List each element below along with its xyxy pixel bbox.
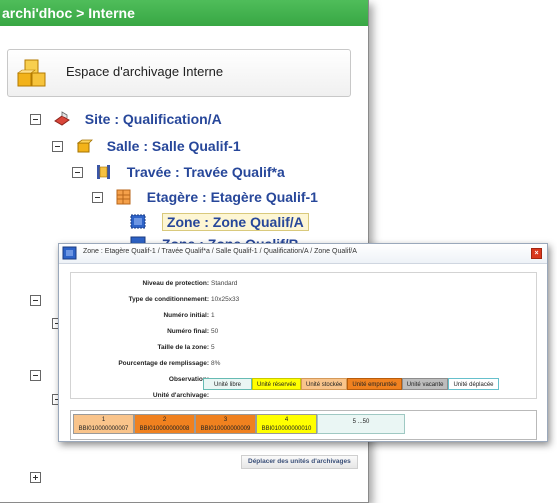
unit-status-legend: Unité libre Unité réservée Unité stockée Un… xyxy=(203,378,499,390)
collapse-toggle[interactable] xyxy=(30,295,41,306)
unit-number: 2 xyxy=(162,417,167,423)
archive-unit-range[interactable]: 5 ...50 xyxy=(317,414,405,434)
collapse-toggle[interactable] xyxy=(92,191,103,203)
tree-node-travee[interactable]: Travée : Travée Qualif*a xyxy=(72,162,285,182)
collapse-toggle[interactable] xyxy=(30,370,41,381)
archive-unit[interactable]: 2 BBI010000000008 xyxy=(134,414,195,434)
unit-number: 5 ...50 xyxy=(352,419,370,425)
dialog-titlebar: Zone : Etagère Qualif-1 / Travée Qualif*… xyxy=(59,244,547,264)
detail-value: Standard xyxy=(211,280,238,287)
detail-key: Type de conditionnement: xyxy=(128,296,209,303)
tree-label-site: Site : Qualification/A xyxy=(84,111,222,127)
tree-label-zone-selected: Zone : Zone Qualif/A xyxy=(161,213,309,231)
unit-number: 3 xyxy=(223,417,228,423)
legend-borrowed: Unité empruntée xyxy=(347,378,402,390)
collapse-toggle[interactable] xyxy=(52,140,63,152)
tree-node-site[interactable]: Site : Qualification/A xyxy=(30,109,222,129)
dialog-title: Zone : Etagère Qualif-1 / Travée Qualif*… xyxy=(83,248,357,255)
legend-vacant: Unité vacante xyxy=(401,378,449,390)
detail-key: Observation: xyxy=(168,376,209,383)
unit-code: BBI010000000008 xyxy=(139,426,190,432)
archive-space-label: Espace d'archivage Interne xyxy=(66,64,224,79)
collapse-toggle[interactable] xyxy=(72,166,83,178)
archive-space-button[interactable]: Espace d'archivage Interne xyxy=(7,49,351,97)
unit-number: 4 xyxy=(284,417,289,423)
unit-number: 1 xyxy=(101,417,106,423)
tree-label-etagere: Etagère : Etagère Qualif-1 xyxy=(146,189,318,205)
detail-key: Numéro initial: xyxy=(163,312,209,319)
detail-value: 8% xyxy=(211,360,221,367)
zone-icon xyxy=(130,214,148,230)
room-icon xyxy=(75,138,93,154)
zone-icon xyxy=(62,246,78,261)
tree-node-zone-selected[interactable]: Zone : Zone Qualif/A xyxy=(130,212,309,232)
site-icon xyxy=(53,111,71,127)
rack-icon xyxy=(95,164,113,180)
panel-header: archi'dhoc > Interne xyxy=(0,0,368,26)
tree-node-salle[interactable]: Salle : Salle Qualif-1 xyxy=(52,136,241,156)
archive-unit[interactable]: 1 BBI010000000007 xyxy=(73,414,134,434)
legend-stored: Unité stockée xyxy=(301,378,348,390)
unit-code: BBI010000000010 xyxy=(261,426,312,432)
detail-value: 5 xyxy=(211,344,215,351)
tree-label-travee: Travée : Travée Qualif*a xyxy=(126,164,285,180)
archive-units-strip: 1 BBI010000000007 2 BBI010000000008 3 BB… xyxy=(70,410,537,440)
expand-toggle[interactable] xyxy=(30,472,41,483)
legend-free: Unité libre xyxy=(203,378,253,390)
close-icon[interactable]: × xyxy=(531,248,542,259)
zone-dialog: Zone : Etagère Qualif-1 / Travée Qualif*… xyxy=(58,243,548,469)
collapse-toggle[interactable] xyxy=(30,113,41,125)
archive-unit[interactable]: 4 BBI010000000010 xyxy=(256,414,317,434)
legend-reserved: Unité réservée xyxy=(252,378,302,390)
legend-moved: Unité déplacée xyxy=(448,378,499,390)
tree-label-salle: Salle : Salle Qualif-1 xyxy=(106,138,241,154)
boxes-icon xyxy=(15,56,49,90)
unit-code: BBI010000000009 xyxy=(200,426,251,432)
detail-key: Niveau de protection: xyxy=(142,280,209,287)
detail-key: Pourcentage de remplissage: xyxy=(118,360,209,367)
move-units-button[interactable]: Déplacer des unités d'archivages xyxy=(241,455,358,469)
detail-key: Taille de la zone: xyxy=(157,344,209,351)
unit-code: BBI010000000007 xyxy=(78,426,129,432)
archive-unit[interactable]: 3 BBI010000000009 xyxy=(195,414,256,434)
detail-key: Numéro final: xyxy=(167,328,209,335)
detail-value: 1 xyxy=(211,312,215,319)
shelf-icon xyxy=(115,189,133,205)
tree-node-etagere[interactable]: Etagère : Etagère Qualif-1 xyxy=(92,187,318,207)
detail-value: 10x25x33 xyxy=(211,296,240,303)
detail-value: 50 xyxy=(211,328,219,335)
detail-key: Unité d'archivage: xyxy=(152,392,209,399)
